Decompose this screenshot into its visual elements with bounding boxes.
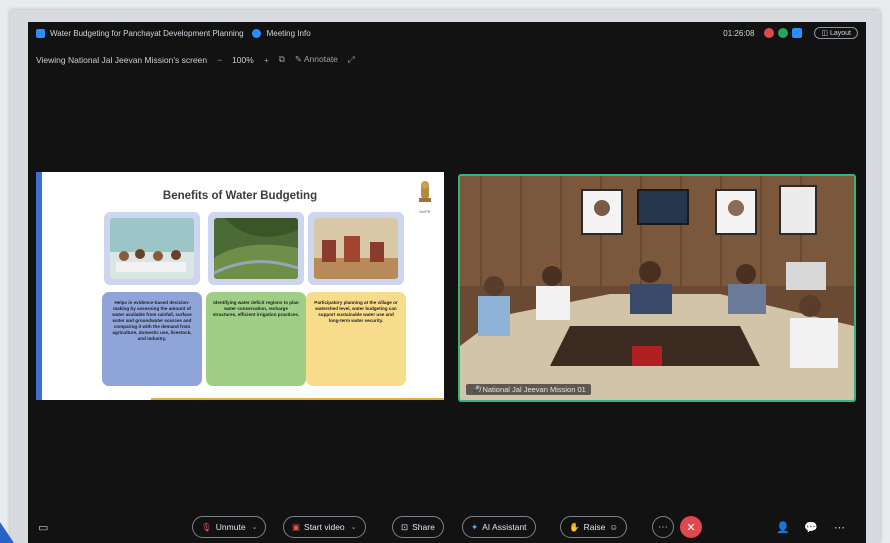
photo-panel-2	[208, 212, 304, 285]
record-icon[interactable]	[764, 28, 775, 38]
village-photo	[314, 218, 398, 279]
benefit-card-3: Participatory planning at the village or…	[306, 292, 406, 386]
slide-bottom-bar	[151, 398, 444, 400]
leave-meeting-button[interactable]: ✕	[680, 516, 702, 538]
chat-icon[interactable]: 💬	[804, 521, 818, 534]
zoom-in-icon[interactable]: +	[264, 55, 269, 65]
more-options-button[interactable]: ⋯	[652, 516, 674, 538]
meeting-window: Water Budgeting for Panchayat Developmen…	[28, 22, 866, 543]
security-shield-icon[interactable]	[778, 28, 789, 38]
start-video-button[interactable]: ▣ Start video ⌄	[283, 516, 366, 538]
emblem-caption: MoPR	[419, 209, 431, 214]
chevron-down-icon[interactable]: ⌄	[252, 523, 258, 531]
chat-bubble-icon[interactable]: ▭	[38, 521, 48, 534]
annotate-label: Annotate	[303, 54, 338, 64]
share-button[interactable]: ⊡ Share	[392, 516, 444, 538]
shared-screen: Benefits of Water Budgeting MoPR Helps i…	[36, 172, 444, 400]
app-logo-icon	[36, 28, 45, 38]
annotate-button[interactable]: ✎ Annotate	[295, 54, 338, 65]
ai-assistant-icon: ✦	[471, 521, 479, 532]
meeting-info-link[interactable]: Meeting Info	[267, 29, 311, 38]
slide-side-strip	[36, 172, 42, 400]
raise-hand-button[interactable]: ✋ Raise ☺	[560, 516, 628, 538]
ai-assistant-button[interactable]: ✦ AI Assistant	[462, 516, 536, 538]
farmland-photo	[213, 218, 299, 279]
slide-title: Benefits of Water Budgeting	[162, 190, 318, 202]
raise-hand-icon: ✋	[569, 521, 580, 532]
unmute-button[interactable]: 🎙 Unmute ⌄	[192, 516, 267, 538]
benefit-card-1-text: Helps in evidence-based decision-making …	[112, 300, 192, 341]
raise-label: Raise	[583, 522, 606, 532]
ai-assistant-label: AI Assistant	[482, 522, 527, 532]
benefit-card-2: Identifying water deficit regions to pla…	[206, 292, 306, 386]
participant-video-tile[interactable]: 🎤̸ National Jal Jeevan Mission 01	[458, 174, 856, 402]
zoom-out-icon[interactable]: −	[217, 55, 222, 65]
corner-accent	[0, 522, 14, 543]
info-icon[interactable]	[251, 28, 261, 38]
share-label: Share	[412, 522, 435, 532]
benefit-card-3-text: Participatory planning at the village or…	[314, 300, 398, 323]
unmute-label: Unmute	[215, 522, 246, 532]
benefit-card-1: Helps in evidence-based decision-making …	[102, 292, 202, 386]
photo-panel-3	[308, 212, 404, 285]
more-menu-icon[interactable]: ⋯	[834, 521, 845, 534]
encryption-icon[interactable]	[792, 28, 803, 38]
video-off-icon: ▣	[292, 521, 301, 532]
mic-muted-icon: 🎙	[201, 521, 212, 532]
start-video-label: Start video	[304, 522, 345, 532]
meeting-toolbar: ▭ 🎙 Unmute ⌄ ▣ Start video ⌄ ⊡ Share ✦ A…	[28, 510, 866, 543]
share-screen-icon: ⊡	[401, 521, 409, 532]
title-bar: Water Budgeting for Panchayat Developmen…	[28, 22, 866, 44]
conference-room-video	[460, 176, 854, 400]
national-emblem-icon	[419, 181, 431, 202]
photo-panel-1	[104, 212, 200, 285]
meeting-timer: 01:26:08	[723, 28, 755, 38]
meeting-title: Water Budgeting for Panchayat Developmen…	[50, 28, 244, 38]
title-bar-right: 01:26:08 ◫ Layout	[723, 27, 858, 39]
viewing-bar: Viewing National Jal Jeevan Mission's sc…	[36, 54, 355, 65]
benefit-card-2-text: Identifying water deficit regions to pla…	[212, 300, 300, 317]
fit-screen-icon[interactable]: ⧉	[279, 54, 285, 65]
pop-out-icon[interactable]: ⤢	[348, 54, 355, 65]
meeting-photo	[110, 218, 194, 279]
chevron-down-icon[interactable]: ⌄	[351, 523, 357, 531]
layout-button[interactable]: ◫ Layout	[814, 27, 858, 39]
viewing-text: Viewing National Jal Jeevan Mission's sc…	[36, 54, 208, 65]
layout-label: Layout	[829, 30, 851, 37]
participants-icon[interactable]: 👤	[776, 521, 790, 534]
zoom-level[interactable]: 100%	[232, 55, 254, 65]
participant-name-tag: 🎤̸ National Jal Jeevan Mission 01	[466, 384, 591, 395]
participant-name: National Jal Jeevan Mission 01	[482, 385, 586, 394]
reactions-icon[interactable]: ☺	[609, 522, 618, 532]
